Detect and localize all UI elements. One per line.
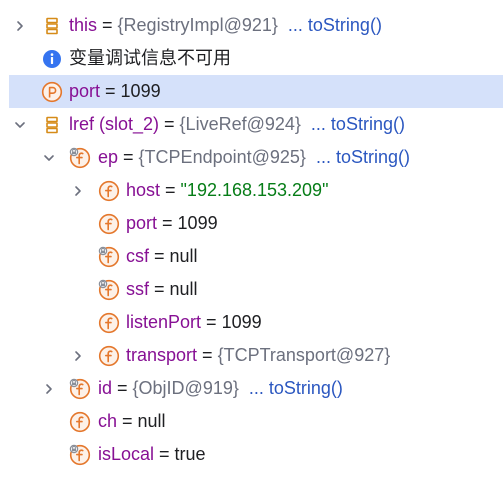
equals-sign: =	[118, 147, 139, 167]
info-icon	[41, 48, 63, 70]
chevron-down-icon[interactable]	[13, 108, 27, 141]
variable-name: csf	[126, 246, 150, 266]
variable-name: port	[69, 81, 101, 101]
equals-sign: =	[160, 180, 181, 200]
tree-row-ssf[interactable]: ssf = null	[0, 273, 504, 306]
variable-name: lref (slot_2)	[69, 114, 160, 134]
variable-name: port	[126, 213, 158, 233]
object-reference: {LiveRef@924}	[179, 114, 301, 134]
variable-name: ch	[98, 411, 118, 431]
row-content: transport = {TCPTransport@927}	[126, 339, 390, 372]
object-reference: {ObjID@919}	[132, 378, 239, 398]
parameter-icon	[41, 81, 63, 103]
object-reference: {RegistryImpl@921}	[117, 15, 278, 35]
tree-row-listen-port[interactable]: listenPort = 1099	[0, 306, 504, 339]
chevron-right-icon[interactable]	[71, 339, 85, 372]
variable-name: this	[69, 15, 98, 35]
to-string-link[interactable]: ... toString()	[249, 378, 343, 398]
equals-sign: =	[197, 345, 218, 365]
chevron-down-icon[interactable]	[42, 141, 56, 174]
tree-row-port-parameter[interactable]: port = 1099	[9, 75, 503, 108]
row-content: ch = null	[98, 405, 166, 438]
equals-sign: =	[159, 114, 180, 134]
variable-value: null	[137, 411, 166, 431]
row-content: listenPort = 1099	[126, 306, 262, 339]
variable-value: null	[169, 279, 198, 299]
equals-sign: =	[97, 15, 118, 35]
row-content: this = {RegistryImpl@921} ... toString()	[69, 9, 382, 42]
to-string-link[interactable]: ... toString()	[288, 15, 382, 35]
final-field-icon	[98, 246, 120, 268]
equals-sign: =	[149, 279, 170, 299]
tree-row-ch[interactable]: ch = null	[0, 405, 504, 438]
chevron-right-icon[interactable]	[13, 9, 27, 42]
row-content: id = {ObjID@919} ... toString()	[98, 372, 343, 405]
field-icon	[98, 312, 120, 334]
variable-value: 1099	[120, 81, 161, 101]
variable-value: null	[169, 246, 198, 266]
variable-name: ep	[98, 147, 119, 167]
final-field-icon	[69, 378, 91, 400]
object-reference: {TCPTransport@927}	[217, 345, 391, 365]
equals-sign: =	[100, 81, 121, 101]
variable-name: ssf	[126, 279, 150, 299]
variable-name: transport	[126, 345, 198, 365]
equals-sign: =	[149, 246, 170, 266]
slot-icon	[41, 15, 63, 37]
row-content: ssf = null	[126, 273, 198, 306]
final-field-icon	[69, 147, 91, 169]
equals-sign: =	[117, 411, 138, 431]
tree-row-port[interactable]: port = 1099	[0, 207, 504, 240]
field-icon	[98, 213, 120, 235]
variable-name: listenPort	[126, 312, 202, 332]
row-content: host = "192.168.153.209"	[126, 174, 328, 207]
variable-name: id	[98, 378, 113, 398]
equals-sign: =	[112, 378, 133, 398]
equals-sign: =	[201, 312, 222, 332]
field-icon	[98, 180, 120, 202]
tree-row-ep[interactable]: ep = {TCPEndpoint@925} ... toString()	[0, 141, 504, 174]
to-string-link[interactable]: ... toString()	[311, 114, 405, 134]
tree-row-lref[interactable]: lref (slot_2) = {LiveRef@924} ... toStri…	[0, 108, 504, 141]
variables-tree: this = {RegistryImpl@921} ... toString()…	[0, 9, 504, 471]
final-field-icon	[98, 279, 120, 301]
tree-row-info: 变量调试信息不可用	[0, 42, 504, 75]
tree-row-host[interactable]: host = "192.168.153.209"	[0, 174, 504, 207]
slot-icon	[41, 114, 63, 136]
string-value: "192.168.153.209"	[180, 180, 329, 200]
variable-value: 1099	[221, 312, 262, 332]
info-message: 变量调试信息不可用	[69, 48, 231, 68]
to-string-link[interactable]: ... toString()	[316, 147, 410, 167]
chevron-right-icon[interactable]	[42, 372, 56, 405]
tree-row-id[interactable]: id = {ObjID@919} ... toString()	[0, 372, 504, 405]
row-content: port = 1099	[69, 75, 161, 108]
tree-row-is-local[interactable]: isLocal = true	[0, 438, 504, 471]
variable-name: host	[126, 180, 161, 200]
variable-name: isLocal	[98, 444, 155, 464]
tree-row-transport[interactable]: transport = {TCPTransport@927}	[0, 339, 504, 372]
final-field-icon	[69, 444, 91, 466]
row-content: port = 1099	[126, 207, 218, 240]
chevron-right-icon[interactable]	[71, 174, 85, 207]
tree-row-csf[interactable]: csf = null	[0, 240, 504, 273]
object-reference: {TCPEndpoint@925}	[138, 147, 306, 167]
equals-sign: =	[157, 213, 178, 233]
field-icon	[98, 345, 120, 367]
tree-row-this[interactable]: this = {RegistryImpl@921} ... toString()	[0, 9, 504, 42]
variable-value: true	[174, 444, 206, 464]
row-content: ep = {TCPEndpoint@925} ... toString()	[98, 141, 410, 174]
row-content: isLocal = true	[98, 438, 206, 471]
field-icon	[69, 411, 91, 433]
equals-sign: =	[154, 444, 175, 464]
row-content: lref (slot_2) = {LiveRef@924} ... toStri…	[69, 108, 405, 141]
variable-value: 1099	[177, 213, 218, 233]
row-content: csf = null	[126, 240, 198, 273]
